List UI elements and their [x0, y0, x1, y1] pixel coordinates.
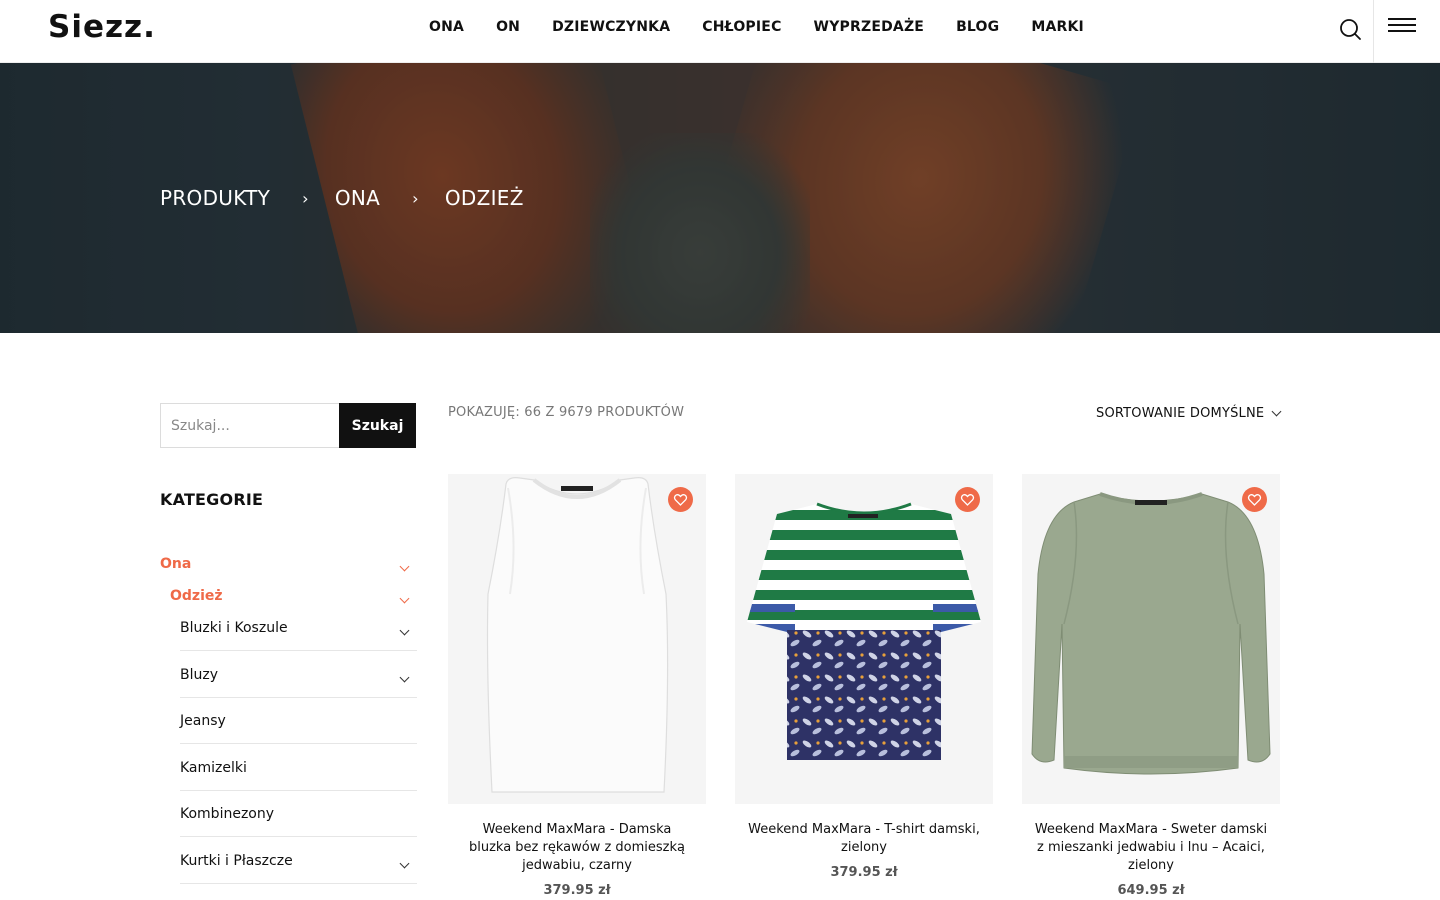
product-card[interactable]: Weekend MaxMara - Damska bluzka bez ręka… — [448, 474, 706, 898]
search-input[interactable] — [160, 403, 339, 448]
chevron-down-icon[interactable] — [399, 672, 410, 683]
nav-item-dziewczynka[interactable]: DZIEWCZYNKA — [552, 19, 670, 35]
category-divider — [180, 697, 417, 698]
sort-label: SORTOWANIE DOMYŚLNE — [1096, 406, 1265, 421]
category-odziez[interactable]: Odzież — [170, 588, 223, 604]
nav-item-on[interactable]: ON — [496, 19, 520, 35]
product-price: 379.95 zł — [830, 865, 898, 880]
chevron-down-icon[interactable] — [399, 858, 410, 869]
category-jeansy[interactable]: Jeansy — [180, 713, 226, 729]
category-kombinezony[interactable]: Kombinezony — [180, 806, 274, 822]
breadcrumb-separator: › — [302, 188, 309, 208]
product-name[interactable]: Weekend MaxMara - Damska bluzka bez ręka… — [448, 821, 706, 875]
nav-item-blog[interactable]: BLOG — [956, 19, 999, 35]
chevron-down-icon[interactable] — [399, 625, 410, 636]
site-logo[interactable]: Siezz. — [48, 9, 156, 45]
category-divider — [180, 650, 417, 651]
breadcrumb-separator: › — [412, 188, 419, 208]
category-divider — [180, 836, 417, 837]
product-name[interactable]: Weekend MaxMara - T-shirt damski, zielon… — [735, 821, 993, 857]
site-header: Siezz. ONA ON DZIEWCZYNKA CHŁOPIEC WYPRZ… — [0, 0, 1440, 63]
product-image[interactable] — [735, 474, 993, 804]
heart-icon[interactable] — [955, 487, 980, 512]
heart-icon[interactable] — [668, 487, 693, 512]
search-button[interactable]: Szukaj — [339, 403, 416, 448]
nav-item-wyprzedaze[interactable]: WYPRZEDAŻE — [814, 19, 925, 35]
product-price: 649.95 zł — [1117, 883, 1185, 898]
hero-banner: PRODUKTY › ONA › ODZIEŻ — [0, 63, 1440, 333]
nav-item-chlopiec[interactable]: CHŁOPIEC — [702, 19, 781, 35]
category-kurtki-i-plaszcze[interactable]: Kurtki i Płaszcze — [180, 853, 293, 869]
category-ona[interactable]: Ona — [160, 556, 191, 572]
chevron-down-icon — [1271, 406, 1282, 417]
nav-item-ona[interactable]: ONA — [429, 19, 464, 35]
category-divider — [180, 790, 417, 791]
categories-title: KATEGORIE — [160, 490, 264, 509]
search-icon[interactable] — [1334, 13, 1368, 47]
product-card[interactable]: Weekend MaxMara - Sweter damski z miesza… — [1022, 474, 1280, 898]
category-divider — [180, 883, 417, 884]
product-price: 379.95 zł — [543, 883, 611, 898]
header-divider — [1373, 0, 1374, 63]
category-kamizelki[interactable]: Kamizelki — [180, 760, 247, 776]
product-image[interactable] — [1022, 474, 1280, 804]
nav-item-marki[interactable]: MARKI — [1031, 19, 1084, 35]
sort-dropdown[interactable]: SORTOWANIE DOMYŚLNE — [1096, 406, 1282, 421]
sidebar-search: Szukaj — [160, 403, 416, 448]
chevron-down-icon[interactable] — [399, 561, 410, 572]
product-name[interactable]: Weekend MaxMara - Sweter damski z miesza… — [1022, 821, 1280, 875]
breadcrumb-produkty[interactable]: PRODUKTY — [160, 186, 270, 210]
hamburger-menu-icon[interactable] — [1388, 18, 1416, 40]
chevron-down-icon[interactable] — [399, 593, 410, 604]
heart-icon[interactable] — [1242, 487, 1267, 512]
main-nav: ONA ON DZIEWCZYNKA CHŁOPIEC WYPRZEDAŻE B… — [429, 19, 1084, 35]
breadcrumb: PRODUKTY › ONA › ODZIEŻ — [160, 186, 524, 210]
category-bluzy[interactable]: Bluzy — [180, 667, 218, 683]
product-card[interactable]: Weekend MaxMara - T-shirt damski, zielon… — [735, 474, 993, 880]
category-divider — [180, 743, 417, 744]
category-bluzki-i-koszule[interactable]: Bluzki i Koszule — [180, 620, 288, 636]
result-count: POKAZUJĘ: 66 Z 9679 PRODUKTÓW — [448, 405, 685, 420]
product-image[interactable] — [448, 474, 706, 804]
breadcrumb-ona[interactable]: ONA — [335, 186, 380, 210]
breadcrumb-odziez: ODZIEŻ — [444, 186, 524, 210]
